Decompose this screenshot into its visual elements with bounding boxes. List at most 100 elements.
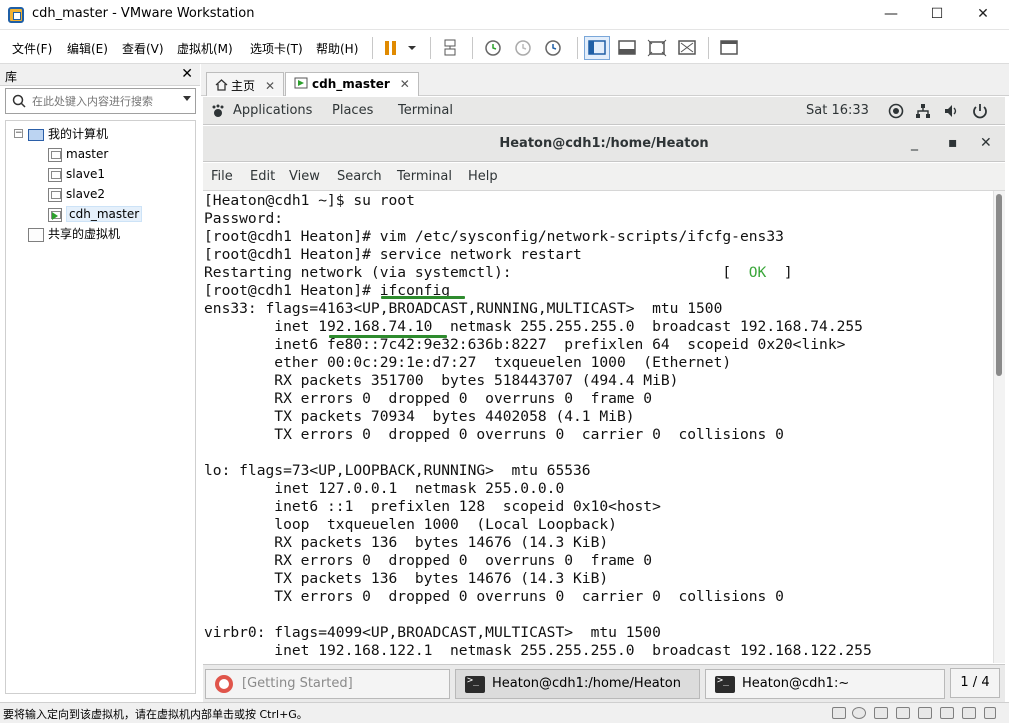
snapshot-manager-button[interactable]	[540, 36, 566, 60]
close-tab-icon[interactable]: ✕	[400, 77, 410, 91]
vmware-app-icon	[8, 7, 24, 23]
window-title: cdh_master - VMware Workstation	[32, 6, 255, 21]
tab-cdh-master[interactable]: cdh_master ✕	[285, 72, 419, 96]
menu-help[interactable]: 帮助(H)	[316, 40, 358, 57]
chevron-down-icon[interactable]	[183, 96, 191, 101]
terminal-menu-terminal[interactable]: Terminal	[397, 169, 452, 184]
terminal-menu-view[interactable]: View	[289, 169, 320, 184]
ip-address-underline-annotation	[329, 335, 447, 338]
close-window-button[interactable]: ✕	[960, 0, 1006, 30]
library-header: 库 ✕	[0, 64, 200, 86]
menu-toolbar: 文件(F) 编辑(E) 查看(V) 虚拟机(M) 选项卡(T) 帮助(H)	[0, 31, 1009, 64]
shared-vm-icon	[28, 227, 44, 242]
message-log-icon[interactable]	[984, 707, 996, 719]
volume-icon[interactable]	[943, 103, 959, 119]
task-label: [Getting Started]	[242, 676, 353, 691]
ok-status: OK	[748, 264, 767, 281]
printer-icon[interactable]	[918, 707, 932, 719]
terminal-menu-file[interactable]: File	[211, 169, 233, 184]
guest-top-panel: Applications Places Terminal Sat 16:33	[203, 97, 1005, 125]
menu-view[interactable]: 查看(V)	[122, 40, 164, 57]
hard-disk-icon[interactable]	[832, 707, 846, 719]
library-search-input[interactable]	[32, 92, 177, 110]
library-tree: − 我的计算机 master slave1 slave2 cdh_master …	[5, 120, 196, 694]
tree-my-computer[interactable]: 我的计算机	[28, 125, 108, 143]
pause-icon	[392, 41, 396, 55]
task-label: Heaton@cdh1:~	[742, 676, 850, 691]
tree-shared-vms[interactable]: 共享的虚拟机	[28, 225, 120, 243]
menu-tabs[interactable]: 选项卡(T)	[250, 40, 303, 57]
thumbnail-bar-button[interactable]	[614, 36, 640, 60]
menu-edit[interactable]: 编辑(E)	[67, 40, 108, 57]
terminal-minimize-button[interactable]: _	[911, 135, 918, 151]
minimize-button[interactable]: —	[868, 0, 914, 30]
terminal-menu-edit[interactable]: Edit	[250, 169, 275, 184]
thumbnail-view-icon	[618, 40, 636, 55]
menu-vm[interactable]: 虚拟机(M)	[177, 40, 233, 57]
ifconfig-underline-annotation	[381, 296, 465, 299]
power-icon[interactable]	[971, 102, 989, 120]
close-library-button[interactable]: ✕	[181, 66, 193, 82]
window-titlebar: cdh_master - VMware Workstation — ☐ ✕	[0, 0, 1009, 30]
guest-clock[interactable]: Sat 16:33	[806, 103, 869, 118]
cd-dvd-icon[interactable]	[852, 707, 866, 719]
guest-menu-applications[interactable]: Applications	[233, 103, 312, 118]
terminal-menu-search[interactable]: Search	[337, 169, 382, 184]
accessibility-icon[interactable]	[888, 103, 904, 119]
terminal-maximize-button[interactable]: ▪	[948, 135, 958, 151]
workspace-pager[interactable]: 1 / 4	[950, 668, 1000, 698]
network-adapter-icon[interactable]	[874, 707, 888, 719]
terminal-output-area[interactable]: [Heaton@cdh1 ~]$ su root Password: [root…	[203, 191, 993, 663]
terminal-text: ] [root@cdh1 Heaton]# ifconfig ens33: fl…	[204, 264, 872, 659]
usb-controller-icon[interactable]	[896, 707, 910, 719]
task-terminal-home[interactable]: Heaton@cdh1:/home/Heaton	[455, 669, 700, 699]
tree-label: slave2	[66, 187, 106, 201]
revert-snapshot-button[interactable]	[510, 36, 536, 60]
tree-label: 我的计算机	[48, 127, 109, 141]
unity-button[interactable]	[674, 36, 700, 60]
show-library-button[interactable]	[584, 36, 610, 60]
full-screen-button[interactable]	[644, 36, 670, 60]
network-device-icon	[444, 39, 456, 56]
tab-home[interactable]: 主页 ✕	[206, 72, 285, 96]
collapse-toggle[interactable]: −	[14, 129, 23, 138]
tab-label: cdh_master	[312, 77, 390, 91]
power-dropdown-button[interactable]	[402, 36, 428, 60]
tree-vm-slave1[interactable]: slave1	[48, 165, 105, 183]
terminal-close-button[interactable]: ✕	[980, 135, 992, 151]
take-snapshot-button[interactable]	[480, 36, 506, 60]
terminal-output: [Heaton@cdh1 ~]$ su root Password: [root…	[204, 192, 872, 660]
terminal-icon	[715, 675, 735, 693]
toolbar-separator	[430, 37, 431, 59]
display-icon[interactable]	[962, 707, 976, 719]
tree-vm-master[interactable]: master	[48, 145, 108, 163]
toolbar-separator	[708, 37, 709, 59]
guest-menu-terminal[interactable]: Terminal	[398, 103, 453, 118]
tree-label: 共享的虚拟机	[48, 227, 121, 241]
running-vm-icon	[48, 207, 62, 222]
close-tab-icon[interactable]: ✕	[265, 79, 275, 93]
host-status-bar: 要将输入定向到该虚拟机，请在虚拟机内部单击或按 Ctrl+G。	[0, 702, 1009, 723]
guest-menu-places[interactable]: Places	[332, 103, 373, 118]
vm-tab-strip: 主页 ✕ cdh_master ✕	[201, 64, 1009, 96]
applications-foot-icon	[212, 104, 224, 117]
tree-vm-cdh-master[interactable]: cdh_master	[48, 205, 143, 223]
task-terminal-root[interactable]: Heaton@cdh1:~	[705, 669, 945, 699]
terminal-menubar: File Edit View Search Terminal Help	[203, 163, 1005, 191]
task-getting-started[interactable]: [Getting Started]	[205, 669, 450, 699]
virtual-machine-icon	[294, 77, 308, 89]
console-view-button[interactable]	[716, 36, 742, 60]
pause-icon	[385, 41, 389, 55]
library-search-box[interactable]	[5, 88, 196, 114]
send-ctrl-alt-del-button[interactable]	[438, 36, 464, 60]
network-wired-icon[interactable]	[915, 103, 931, 119]
sound-card-icon[interactable]	[940, 707, 954, 719]
tree-vm-slave2[interactable]: slave2	[48, 185, 105, 203]
terminal-titlebar: Heaton@cdh1:/home/Heaton _ ▪ ✕	[203, 126, 1005, 162]
console-view-icon	[720, 40, 738, 55]
terminal-scrollbar-thumb[interactable]	[996, 194, 1002, 376]
menu-file[interactable]: 文件(F)	[12, 40, 52, 57]
terminal-icon	[465, 675, 485, 693]
maximize-button[interactable]: ☐	[914, 0, 960, 30]
terminal-menu-help[interactable]: Help	[468, 169, 498, 184]
